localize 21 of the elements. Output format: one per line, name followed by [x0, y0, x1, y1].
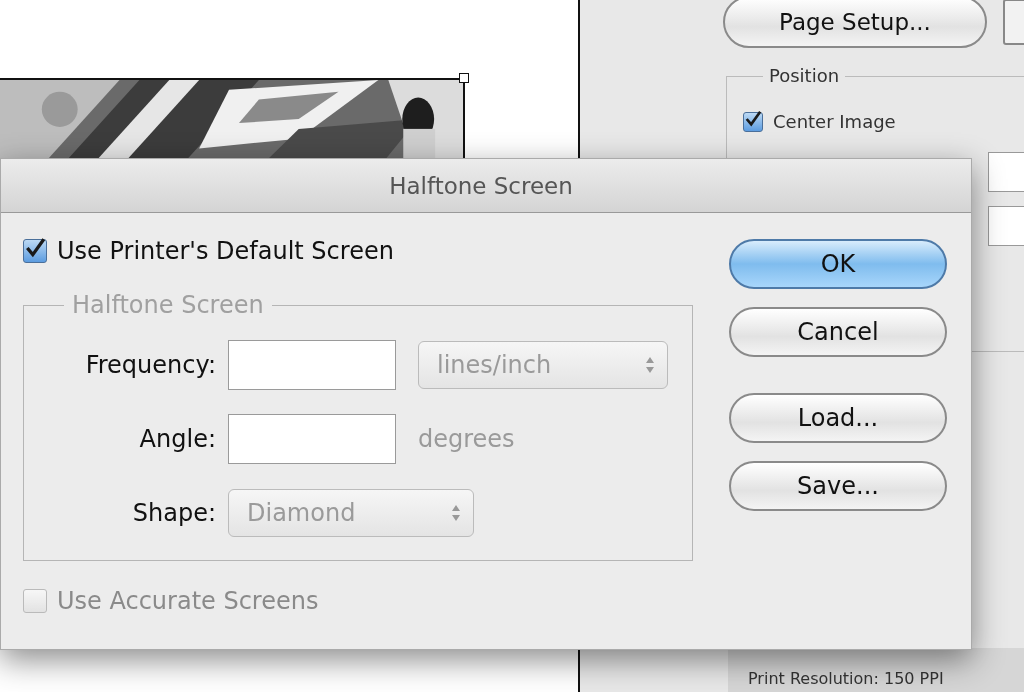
- dialog-button[interactable]: Cancel: [729, 307, 947, 357]
- field-label: Angle:: [138, 425, 216, 453]
- window-title: Halftone Screen: [389, 172, 573, 199]
- dialog-button[interactable]: Save...: [729, 461, 947, 511]
- print-resolution: Print Resolution: 150 PPI: [748, 669, 944, 688]
- field-label: Shape:: [131, 499, 216, 527]
- checkbox[interactable]: [23, 239, 47, 263]
- default-button[interactable]: OK: [729, 239, 947, 289]
- checkbox-label: Center Image: [773, 111, 896, 132]
- field-label: Frequency:: [84, 351, 216, 379]
- input-field[interactable]: [988, 206, 1024, 246]
- resize-handle[interactable]: [459, 73, 469, 83]
- unit-label: degrees: [418, 425, 515, 453]
- page-setup-button[interactable]: Page Setup...: [723, 0, 987, 48]
- input-field[interactable]: [988, 152, 1024, 192]
- stepper-icon: [451, 503, 461, 523]
- checkbox[interactable]: [743, 111, 763, 132]
- checkbox-label: Use Accurate Screens: [57, 587, 319, 615]
- checkbox-label: Use Printer's Default Screen: [57, 237, 394, 265]
- stepper-icon: [645, 355, 655, 375]
- dialog-button[interactable]: Load...: [729, 393, 947, 443]
